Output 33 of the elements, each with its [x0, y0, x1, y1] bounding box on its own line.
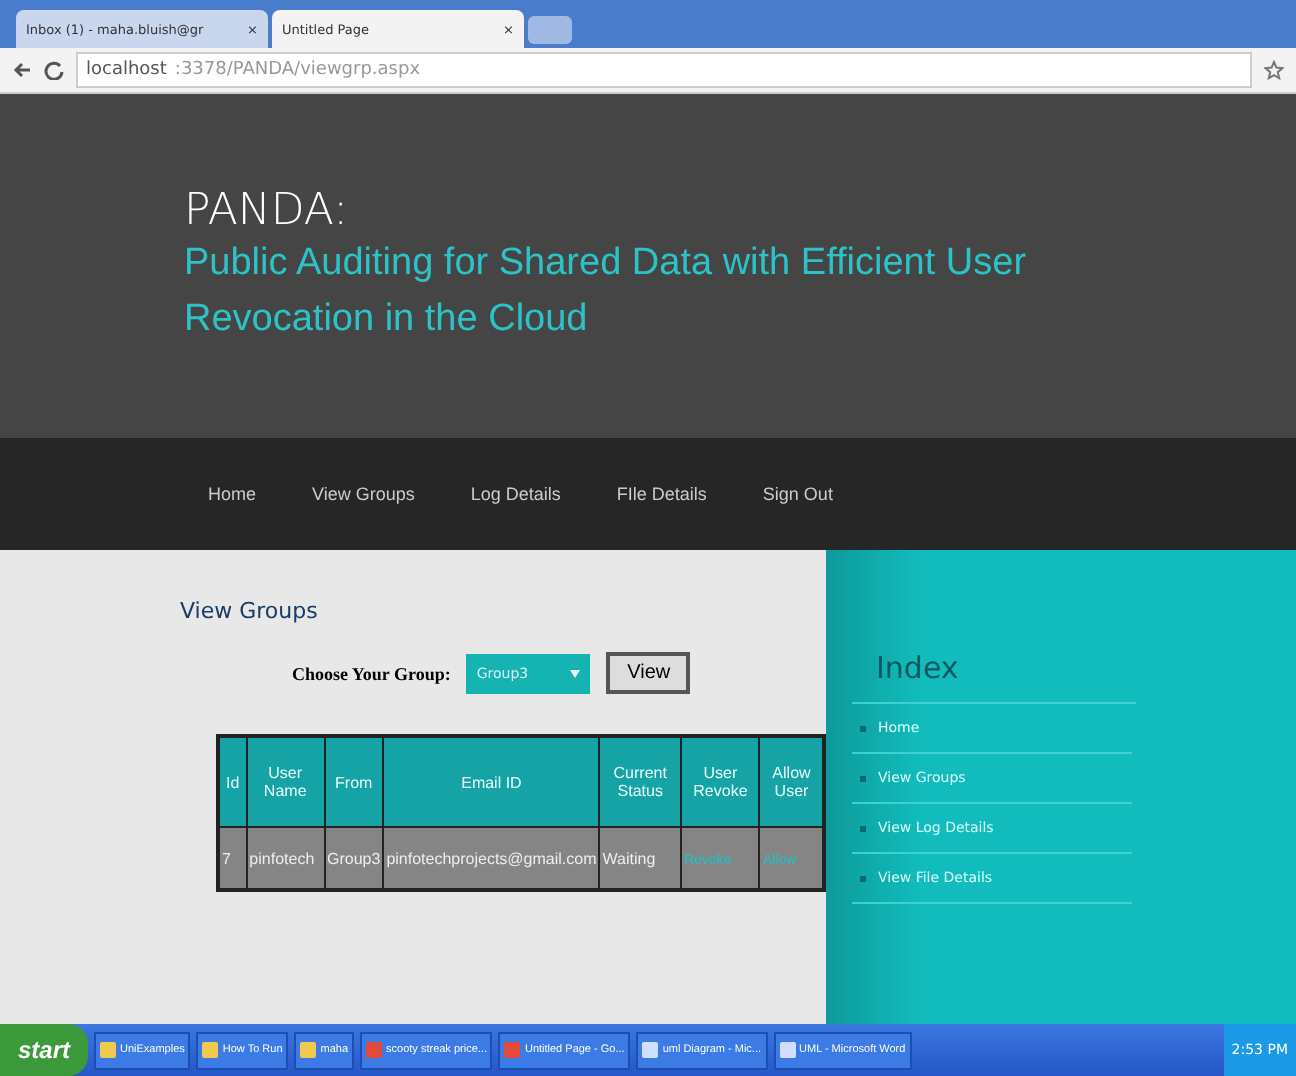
column-header: User Name [246, 736, 325, 827]
column-header: Id [218, 736, 247, 827]
nav-link[interactable]: Sign Out [762, 484, 833, 504]
bullet-icon [860, 725, 866, 731]
sidebar-title: Index [852, 650, 1136, 704]
table-cell: Group3 [324, 827, 384, 890]
nav-link[interactable]: Home [208, 484, 257, 504]
address-field[interactable]: localhost :3378/PANDA/viewgrp.aspx [76, 52, 1252, 88]
start-button[interactable]: start [0, 1024, 88, 1076]
reload-icon[interactable] [44, 60, 64, 80]
group-label: Choose Your Group: [292, 663, 451, 683]
star-icon[interactable] [1264, 60, 1284, 80]
nav-link[interactable]: View Groups [312, 484, 415, 504]
dropdown-arrow-icon [570, 669, 581, 677]
column-header: Allow User [759, 736, 824, 827]
table-cell: pinfotechprojects@gmail.com [383, 827, 600, 890]
column-header: Email ID [383, 736, 600, 827]
column-header: Current Status [599, 736, 681, 827]
bullet-icon [860, 825, 866, 831]
back-icon[interactable] [12, 60, 32, 80]
site-subtitle: Public Auditing for Shared Data with Efficient User Revocation in the Cloud [184, 239, 1029, 343]
nav-link[interactable]: FIle Details [616, 484, 707, 504]
table-cell: 7 [218, 827, 247, 890]
site-title: PANDA: [184, 185, 350, 235]
column-header: User Revoke [680, 736, 760, 827]
table-cell: Waiting [599, 827, 681, 890]
page-heading: View Groups [180, 598, 320, 624]
table-cell: pinfotech [246, 827, 325, 890]
view-button[interactable]: View [606, 652, 691, 694]
nav-link[interactable]: Log Details [470, 484, 561, 504]
bullet-icon [860, 875, 866, 881]
bullet-icon [860, 775, 866, 781]
column-header: From [324, 736, 384, 827]
